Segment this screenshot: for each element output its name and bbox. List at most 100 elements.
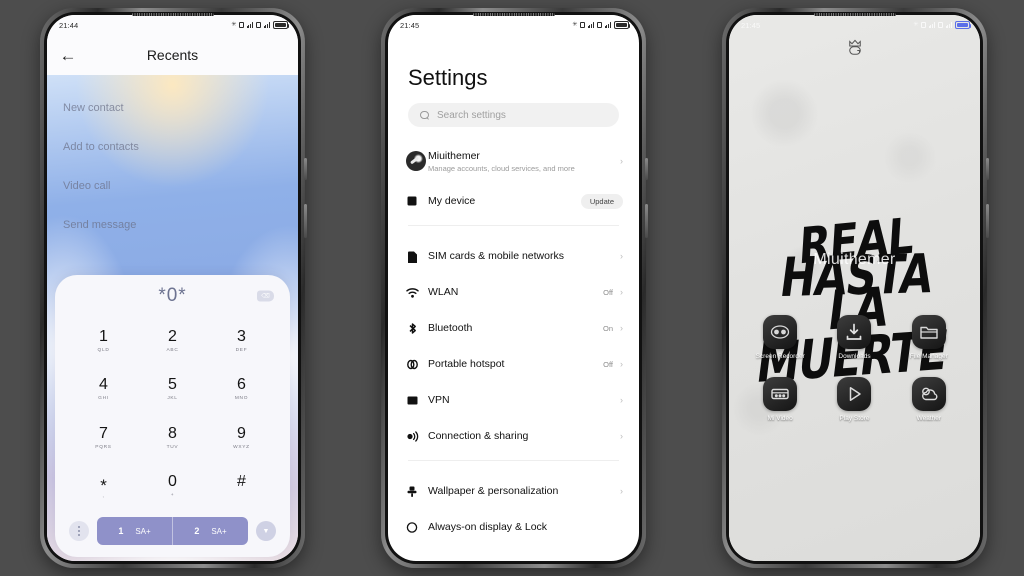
settings-row-label: Always-on display & Lock	[428, 521, 548, 533]
keypad-key-7[interactable]: 7 PQRS	[69, 414, 138, 463]
keypad-key-6[interactable]: 6 MNO	[207, 366, 276, 415]
menu-item-new-contact[interactable]: New contact	[61, 93, 284, 123]
keypad-key-star[interactable]: *,	[69, 463, 138, 512]
settings-screen: 21:45 ✳ Settings Search settings Miuithe…	[388, 15, 639, 561]
keypad-digit: 7	[99, 424, 108, 442]
settings-row-portable-hotspot[interactable]: Portable hotspot Off ›	[388, 346, 639, 382]
keypad-letters: GHI	[98, 396, 109, 402]
power-button[interactable]	[986, 158, 989, 180]
app-label: Downloads	[838, 353, 871, 360]
settings-row-my-device[interactable]: My device Update	[388, 183, 639, 219]
phone-inner-bezel: 21:44 ✳ ← Recents New contact Add to con…	[44, 12, 301, 564]
keypad-key-0[interactable]: 0 +	[138, 463, 207, 512]
keypad-key-1[interactable]: 1 QLD	[69, 317, 138, 366]
status-bar: 21:45 ✳	[729, 15, 980, 35]
app-downloads[interactable]: Downloads	[817, 315, 891, 361]
volume-button[interactable]	[986, 204, 989, 238]
app-label: File Manager	[909, 353, 948, 360]
app-mi-video[interactable]: Mi Video	[743, 376, 817, 423]
account-name: Miuithemer	[428, 149, 480, 162]
home-screen: REALHASTA LA MUERTE Miuithemer 21:45 ✳ S…	[729, 15, 980, 561]
power-button[interactable]	[645, 158, 648, 180]
menu-item-send-message[interactable]: Send message	[61, 210, 284, 240]
settings-group-account: Miuithemer Manage accounts, cloud servic…	[388, 139, 639, 219]
bluetooth-icon: ✳	[913, 22, 919, 28]
search-input[interactable]: Search settings	[408, 103, 619, 127]
app-screen-recorder[interactable]: Screen Recorder	[743, 315, 817, 361]
chevron-right-icon: ›	[620, 250, 623, 261]
menu-item-video-call[interactable]: Video call	[61, 171, 284, 201]
keypad-key-5[interactable]: 5 JKL	[138, 366, 207, 415]
settings-group-connectivity: SIM cards & mobile networks › WLAN Off › Blue…	[388, 238, 639, 454]
app-label: Mi Video	[767, 414, 793, 422]
wifi-icon	[406, 286, 428, 299]
menu-item-add-to-contacts[interactable]: Add to contacts	[61, 132, 284, 162]
settings-row-sim-cards-mobile-networks[interactable]: SIM cards & mobile networks ›	[388, 238, 639, 274]
dialpad-panel: *0* ⌫ 1 QLD 2 ABC 3 DEF 4 GHI 5 JKL 6 MNO 7 PQRS 8 TUV 9…	[55, 275, 290, 557]
keypad-key-4[interactable]: 4 GHI	[69, 366, 138, 415]
status-icons: ✳	[572, 21, 631, 29]
settings-row-value: Off	[603, 359, 613, 369]
volume-button[interactable]	[645, 204, 648, 238]
account-text: Miuithemer Manage accounts, cloud servic…	[428, 150, 620, 173]
settings-row-wlan[interactable]: WLAN Off ›	[388, 274, 639, 310]
sim-card-icon	[406, 250, 428, 263]
status-badge[interactable]: Update	[580, 193, 623, 209]
status-time: 21:45	[741, 20, 761, 30]
sim1-label: 1	[118, 526, 124, 536]
phone-inner-bezel: 21:45 ✳ Settings Search settings Miuithe…	[385, 12, 642, 564]
keypad-key-3[interactable]: 3 DEF	[207, 317, 276, 366]
video-icon	[763, 376, 798, 411]
volume-button[interactable]	[304, 204, 307, 238]
divider	[408, 460, 619, 461]
sim1-network-label: SA+	[135, 526, 151, 536]
settings-row-always-on-display-lock[interactable]: Always-on display & Lock	[388, 509, 639, 545]
keypad-digit: #	[237, 473, 246, 491]
back-arrow-icon[interactable]: ←	[47, 47, 89, 64]
app-play-store[interactable]: Play Store	[817, 376, 891, 423]
settings-row-bluetooth[interactable]: Bluetooth On ›	[388, 310, 639, 346]
signal2-icon	[604, 22, 612, 28]
keypad-key-9[interactable]: 9 WXYZ	[207, 414, 276, 463]
keypad-key-hash[interactable]: #	[207, 463, 276, 512]
settings-row-account[interactable]: Miuithemer Manage accounts, cloud servic…	[388, 139, 639, 183]
chevron-right-icon: ›	[620, 286, 623, 297]
sim2-network-label: SA+	[211, 526, 227, 536]
bluetooth-icon: ✳	[572, 22, 578, 28]
settings-row-label: Connection & sharing	[428, 430, 529, 442]
battery-icon	[273, 21, 290, 29]
call-button-sim2[interactable]: 2 SA+	[173, 517, 248, 545]
keypad-letters: QLD	[97, 347, 110, 353]
keypad-digit: 2	[168, 327, 177, 345]
more-vertical-icon[interactable]	[69, 521, 89, 541]
settings-group-personalization: Wallpaper & personalization › Always-on di…	[388, 473, 639, 545]
sim1-icon	[921, 22, 926, 28]
backspace-icon[interactable]: ⌫	[257, 290, 274, 302]
power-button[interactable]	[304, 158, 307, 180]
status-icons: ✳	[231, 21, 290, 29]
settings-row-label: VPN	[428, 394, 450, 406]
keypad-key-8[interactable]: 8 TUV	[138, 414, 207, 463]
page-title: Recents	[146, 47, 199, 63]
status-time: 21:44	[59, 20, 79, 30]
device-label: My device	[428, 195, 476, 207]
chevron-down-icon[interactable]: ▼	[256, 521, 276, 541]
app-label: Screen Recorder	[755, 353, 805, 360]
app-file-manager[interactable]: File Manager	[892, 315, 966, 361]
app-label: Weather	[916, 414, 942, 422]
call-button-sim1[interactable]: 1 SA+	[97, 517, 173, 545]
keypad-digit: 8	[168, 424, 177, 442]
keypad-letters: DEF	[235, 347, 248, 353]
context-menu: New contact Add to contacts Video call S…	[61, 93, 284, 249]
app-weather[interactable]: Weather	[892, 376, 966, 423]
weather-icon	[911, 376, 946, 411]
settings-row-vpn[interactable]: VPN ›	[388, 382, 639, 418]
dial-display: *0* ⌫	[55, 275, 290, 317]
keypad-digit: 9	[237, 424, 246, 442]
keypad-digit: 5	[168, 376, 177, 394]
dialer-top-bar: ← Recents	[47, 35, 298, 75]
settings-row-connection-sharing[interactable]: Connection & sharing ›	[388, 418, 639, 454]
settings-row-wallpaper-personalization[interactable]: Wallpaper & personalization ›	[388, 473, 639, 509]
keypad-key-2[interactable]: 2 ABC	[138, 317, 207, 366]
settings-row-label: SIM cards & mobile networks	[428, 250, 564, 262]
